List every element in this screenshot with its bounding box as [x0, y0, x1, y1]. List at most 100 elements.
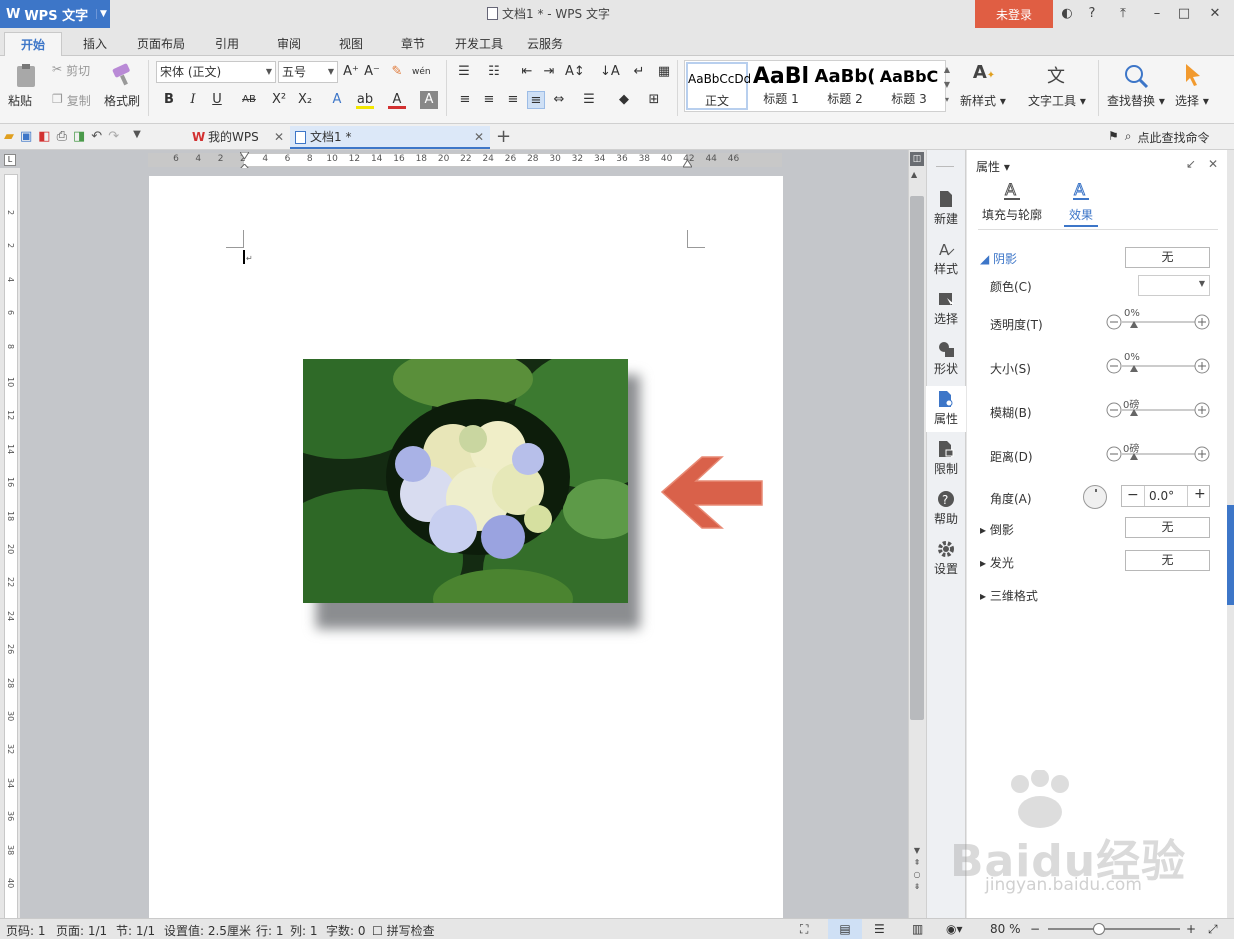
- paste-icon[interactable]: [12, 62, 40, 90]
- grow-font-icon[interactable]: A⁺: [342, 63, 360, 81]
- decrease-indent-icon[interactable]: ⇤: [518, 63, 536, 81]
- sidebar-item-select[interactable]: 选择: [926, 286, 966, 332]
- font-size-select[interactable]: 五号 ▼: [278, 61, 338, 83]
- fit-page-icon[interactable]: ⛶: [800, 922, 808, 937]
- tab-cloud[interactable]: 云服务: [522, 32, 568, 56]
- glow-preset-button[interactable]: 无: [1125, 550, 1210, 571]
- justify-icon[interactable]: ≡: [527, 91, 545, 109]
- distance-slider[interactable]: [1106, 444, 1211, 464]
- scroll-up-icon[interactable]: ▲: [911, 170, 917, 179]
- pane-toggle-tab[interactable]: [1227, 505, 1234, 605]
- page-view-icon[interactable]: ▤: [828, 919, 862, 939]
- distribute-icon[interactable]: ⇔: [550, 91, 568, 109]
- sidebar-item-settings[interactable]: 设置: [926, 536, 966, 582]
- scroll-nav-buttons[interactable]: ▼ ⇞ ○ ⇟: [911, 845, 923, 893]
- find-replace-button[interactable]: 查找替换 ▾: [1107, 92, 1165, 109]
- sidebar-item-shape[interactable]: 形状: [926, 336, 966, 382]
- customize-icon[interactable]: ▼: [133, 129, 141, 144]
- undo-icon[interactable]: ↶: [91, 129, 102, 144]
- style-heading-1[interactable]: AaBl 标题 1: [750, 62, 812, 110]
- sidebar-item-help[interactable]: ? 帮助: [926, 486, 966, 532]
- right-indent-marker[interactable]: [683, 160, 692, 168]
- chevron-down-icon[interactable]: ▼: [96, 9, 110, 19]
- fill-color-icon[interactable]: ◆: [615, 91, 633, 109]
- tab-reference[interactable]: 引用: [206, 32, 248, 56]
- split-view-icon[interactable]: ◫: [910, 152, 924, 166]
- minimize-icon[interactable]: –: [1148, 5, 1166, 23]
- sidebar-item-style[interactable]: A 样式: [926, 236, 966, 282]
- tab-stop-selector[interactable]: L: [4, 154, 16, 166]
- font-color-icon[interactable]: A: [388, 91, 406, 109]
- text-tools-button[interactable]: 文字工具 ▾: [1028, 92, 1086, 109]
- tab-insert[interactable]: 插入: [72, 32, 118, 56]
- shadow-color-select[interactable]: ▼: [1138, 275, 1210, 296]
- clear-format-icon[interactable]: ✎: [388, 63, 406, 81]
- zoom-level[interactable]: 80 %: [990, 922, 1021, 936]
- tab-developer[interactable]: 开发工具: [450, 32, 508, 56]
- highlight-icon[interactable]: ab: [356, 91, 374, 109]
- close-icon[interactable]: ✕: [274, 126, 284, 149]
- 3d-format-section-header[interactable]: ▸ 三维格式: [980, 587, 1038, 604]
- tab-fill-outline[interactable]: A 填充与轮廓: [980, 180, 1044, 223]
- shrink-font-icon[interactable]: A⁻: [363, 63, 381, 81]
- protect-eye-icon[interactable]: ◉▾: [946, 922, 963, 936]
- pane-dock-icon[interactable]: ↙: [1186, 157, 1196, 171]
- select-button[interactable]: 选择 ▾: [1175, 92, 1209, 109]
- plus-icon[interactable]: +: [1194, 486, 1206, 502]
- sidebar-item-restrict[interactable]: 限制: [926, 436, 966, 482]
- reflection-section-header[interactable]: ▸ 倒影: [980, 521, 1014, 538]
- angle-stepper[interactable]: − 0.0° +: [1121, 485, 1210, 507]
- login-button[interactable]: 未登录: [975, 0, 1053, 28]
- shadow-section-header[interactable]: ◢ 阴影: [980, 250, 1017, 267]
- align-left-icon[interactable]: ≡: [456, 91, 474, 109]
- spell-check-button[interactable]: ☐ 拼写检查: [372, 922, 435, 939]
- text-effect-icon[interactable]: A: [328, 91, 346, 109]
- angle-dial[interactable]: [1083, 485, 1107, 509]
- close-icon[interactable]: ✕: [1208, 157, 1218, 171]
- border-icon[interactable]: ⊞: [645, 91, 663, 109]
- first-indent-marker[interactable]: [240, 152, 249, 160]
- print-icon[interactable]: ⎙: [57, 129, 67, 144]
- maximize-icon[interactable]: □: [1175, 5, 1193, 23]
- select-cursor-icon[interactable]: [1182, 62, 1204, 88]
- phonetic-icon[interactable]: wén: [412, 63, 431, 81]
- copy-button[interactable]: ❐ 复制: [52, 92, 102, 110]
- save-icon[interactable]: ▣: [20, 129, 32, 144]
- tab-mywps[interactable]: W 我的WPS ✕: [188, 126, 288, 149]
- print-preview-icon[interactable]: ◨: [73, 129, 85, 144]
- blur-slider[interactable]: [1106, 400, 1211, 420]
- glow-section-header[interactable]: ▸ 发光: [980, 554, 1014, 571]
- tab-document[interactable]: 文档1 * ✕: [290, 126, 490, 149]
- numbered-list-icon[interactable]: ☷: [485, 63, 503, 81]
- bold-icon[interactable]: B: [160, 91, 178, 109]
- superscript-icon[interactable]: X²: [270, 91, 288, 109]
- style-heading-3[interactable]: AaBbC 标题 3: [878, 62, 940, 110]
- show-marks-icon[interactable]: ↵: [630, 63, 648, 81]
- cut-button[interactable]: ✂ 剪切: [52, 62, 102, 80]
- tab-page-layout[interactable]: 页面布局: [130, 32, 192, 56]
- size-slider[interactable]: [1106, 356, 1211, 376]
- outline-view-icon[interactable]: ☰: [874, 922, 885, 936]
- close-icon[interactable]: ✕: [474, 126, 484, 149]
- subscript-icon[interactable]: X₂: [296, 91, 314, 109]
- zoom-out-icon[interactable]: −: [1030, 922, 1040, 936]
- zoom-slider-thumb[interactable]: [1093, 923, 1105, 935]
- text-direction-icon[interactable]: A↕: [565, 63, 585, 81]
- new-tab-button[interactable]: +: [496, 126, 511, 148]
- zoom-slider-track[interactable]: [1048, 928, 1180, 930]
- redo-icon[interactable]: ↷: [108, 129, 119, 144]
- status-words[interactable]: 字数: 0: [326, 922, 366, 939]
- command-search[interactable]: ⚑ ⌕ 点此查找命令: [1108, 129, 1210, 146]
- reflection-preset-button[interactable]: 无: [1125, 517, 1210, 538]
- strikethrough-icon[interactable]: AB: [238, 91, 260, 109]
- transparency-slider[interactable]: [1106, 312, 1211, 332]
- tab-start[interactable]: 开始: [4, 32, 62, 56]
- reading-view-icon[interactable]: ▥: [912, 922, 923, 936]
- scrollbar-thumb[interactable]: [910, 196, 924, 720]
- italic-icon[interactable]: I: [184, 91, 202, 109]
- paste-button[interactable]: 粘贴: [8, 92, 32, 109]
- open-folder-icon[interactable]: ▰: [4, 129, 14, 144]
- tab-review[interactable]: 审阅: [268, 32, 310, 56]
- underline-icon[interactable]: U: [208, 91, 226, 109]
- font-name-select[interactable]: 宋体 (正文) ▼: [156, 61, 276, 83]
